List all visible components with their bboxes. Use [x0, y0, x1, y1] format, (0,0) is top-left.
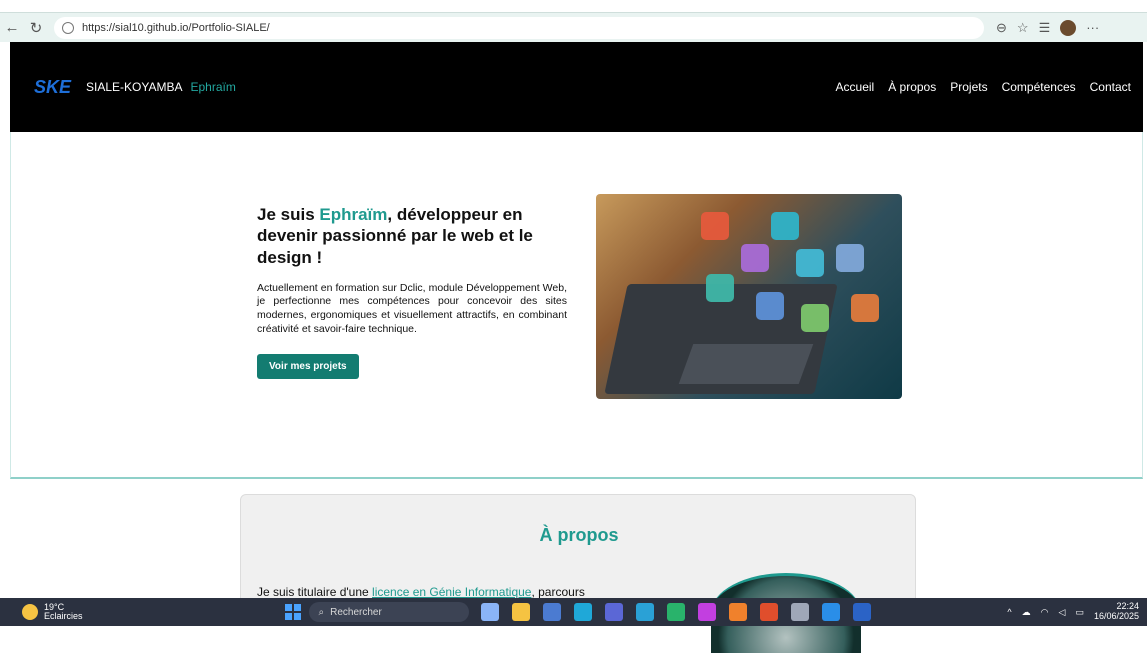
- nav-item-contact[interactable]: Contact: [1090, 80, 1131, 94]
- nav-item-a-propos[interactable]: À propos: [888, 80, 936, 94]
- edge-icon[interactable]: [573, 603, 592, 621]
- hero-image: [596, 194, 902, 399]
- about-section: À propos Je suis titulaire d'une licence…: [240, 494, 916, 653]
- weather-description: Eclaircies: [44, 611, 83, 621]
- file-explorer-icon[interactable]: [511, 603, 530, 621]
- app-icon[interactable]: [604, 603, 623, 621]
- app-icon[interactable]: [759, 603, 778, 621]
- clock-date: 16/06/2025: [1093, 611, 1139, 621]
- hero-text: Je suis Ephraïm, développeur en devenir …: [257, 204, 567, 380]
- brand-accent-name: Ephraïm: [190, 80, 236, 94]
- lock-icon: [62, 21, 74, 34]
- keyboard-illustration: [678, 344, 814, 384]
- app-icon: [836, 244, 864, 272]
- app-icon: [756, 292, 784, 320]
- vscode-icon[interactable]: [821, 603, 840, 621]
- github-icon[interactable]: [790, 603, 809, 621]
- windows-start-icon[interactable]: [284, 604, 301, 620]
- nav-item-projets[interactable]: Projets: [950, 80, 987, 94]
- search-placeholder: Rechercher: [330, 606, 382, 618]
- brand-logo: SKE: [34, 76, 72, 97]
- system-tray: ^ ☁ ◠ ◁ ▭ 22:24 16/06/2025: [1007, 598, 1139, 626]
- clock[interactable]: 22:24 16/06/2025: [1093, 601, 1139, 622]
- app-icon: [771, 212, 799, 240]
- nav-item-competences[interactable]: Compétences: [1002, 80, 1076, 94]
- main-nav: Accueil À propos Projets Compétences Con…: [836, 80, 1131, 94]
- window-top-strip: [0, 0, 1147, 12]
- app-icon[interactable]: [666, 603, 685, 621]
- browser-toolbar: ← ↻ https://sial10.github.io/Portfolio-S…: [0, 12, 1147, 42]
- firefox-icon[interactable]: [728, 603, 747, 621]
- search-icon: ⌕: [318, 606, 325, 618]
- app-icon: [851, 294, 879, 322]
- more-icon[interactable]: ···: [1086, 20, 1099, 35]
- wifi-icon[interactable]: ◠: [1041, 607, 1049, 618]
- chevron-up-icon[interactable]: ^: [1007, 607, 1011, 617]
- app-icon: [801, 304, 829, 332]
- pinned-apps: [480, 603, 871, 621]
- weather-icon: [22, 604, 38, 620]
- reader-icon[interactable]: ⊖: [996, 20, 1007, 36]
- weather-widget[interactable]: 19°C Eclaircies: [22, 602, 83, 622]
- brand[interactable]: SKE SIALE-KOYAMBA Ephraïm: [34, 77, 236, 98]
- nav-item-accueil[interactable]: Accueil: [836, 80, 875, 94]
- store-icon[interactable]: [542, 603, 561, 621]
- app-icon: [706, 274, 734, 302]
- about-text: Je suis titulaire d'une licence en Génie…: [257, 585, 585, 599]
- volume-icon[interactable]: ◁: [1059, 607, 1066, 618]
- cloud-icon[interactable]: ☁: [1022, 607, 1031, 618]
- brand-name: SIALE-KOYAMBA: [86, 80, 183, 94]
- url-text: https://sial10.github.io/Portfolio-SIALE…: [82, 21, 270, 34]
- battery-icon[interactable]: ▭: [1075, 607, 1084, 618]
- task-view-icon[interactable]: [480, 603, 499, 621]
- app-icon[interactable]: [635, 603, 654, 621]
- favorites-icon[interactable]: ☰: [1039, 20, 1051, 36]
- taskbar: 19°C Eclaircies ⌕ Rechercher ^ ☁ ◠ ◁ ▭ 2…: [0, 598, 1147, 626]
- hero-description: Actuellement en formation sur Dclic, mod…: [257, 281, 567, 335]
- app-icon: [796, 249, 824, 277]
- browser-actions: ⊖ ☆ ☰ ···: [996, 19, 1099, 36]
- app-icon: [741, 244, 769, 272]
- app-icon[interactable]: [697, 603, 716, 621]
- hero-name: Ephraïm: [319, 205, 388, 224]
- word-icon[interactable]: [852, 603, 871, 621]
- about-title: À propos: [539, 525, 619, 545]
- address-bar[interactable]: https://sial10.github.io/Portfolio-SIALE…: [54, 16, 984, 39]
- view-projects-button[interactable]: Voir mes projets: [257, 354, 359, 380]
- hero-section: Je suis Ephraïm, développeur en devenir …: [10, 132, 1143, 479]
- site-header: SKE SIALE-KOYAMBA Ephraïm Accueil À prop…: [10, 42, 1143, 132]
- hero-title: Je suis Ephraïm, développeur en devenir …: [257, 205, 533, 267]
- licence-link[interactable]: licence en Génie Informatique: [372, 585, 531, 599]
- back-arrow-icon[interactable]: ←: [0, 16, 24, 40]
- profile-avatar[interactable]: [1060, 19, 1077, 36]
- taskbar-search[interactable]: ⌕ Rechercher: [308, 602, 469, 622]
- favorite-star-icon[interactable]: ☆: [1017, 20, 1029, 36]
- refresh-icon[interactable]: ↻: [24, 16, 48, 40]
- app-icon: [701, 212, 729, 240]
